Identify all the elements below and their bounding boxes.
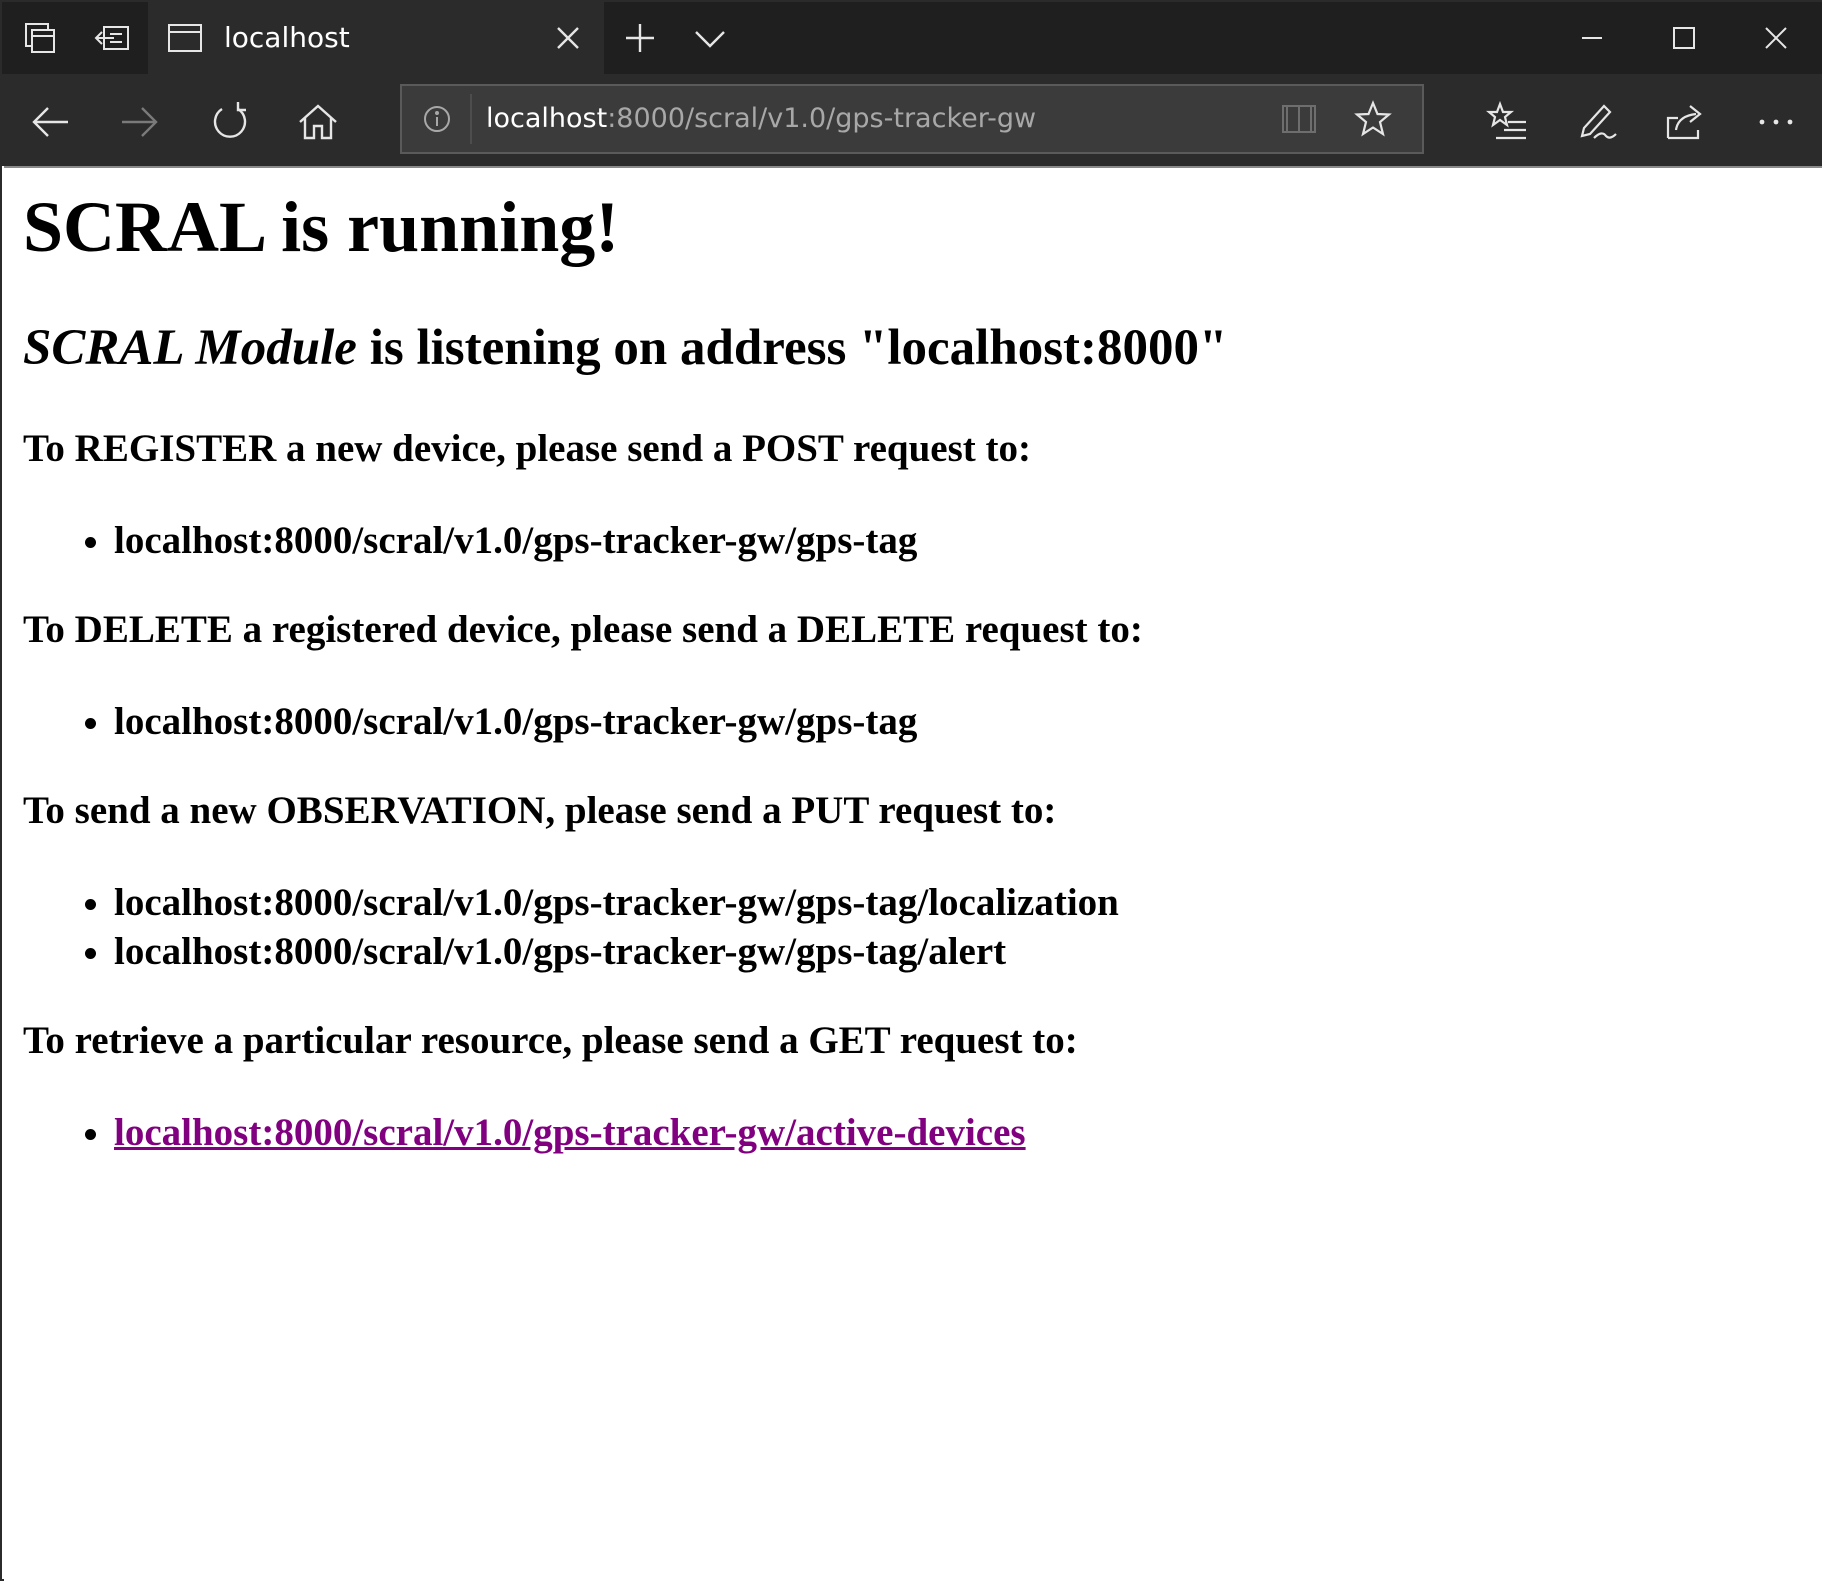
- share-icon[interactable]: [1664, 100, 1708, 144]
- chevron-down-icon[interactable]: [692, 24, 728, 52]
- delete-heading: To DELETE a registered device, please se…: [23, 608, 1143, 651]
- register-endpoints: localhost:8000/scral/v1.0/gps-tracker-gw…: [4, 516, 917, 565]
- back-icon[interactable]: [28, 100, 72, 144]
- window-close-icon[interactable]: [1754, 16, 1798, 60]
- observation-heading: To send a new OBSERVATION, please send a…: [23, 789, 1057, 832]
- address-bar[interactable]: localhost:8000/scral/v1.0/gps-tracker-gw: [400, 84, 1424, 154]
- module-name: SCRAL Module: [23, 320, 357, 376]
- new-tab-icon[interactable]: [622, 20, 658, 56]
- observation-endpoints: localhost:8000/scral/v1.0/gps-tracker-gw…: [4, 878, 1119, 976]
- reading-view-icon[interactable]: [1280, 102, 1318, 136]
- page-icon: [168, 24, 202, 52]
- star-icon[interactable]: [1354, 100, 1392, 138]
- delete-endpoints: localhost:8000/scral/v1.0/gps-tracker-gw…: [4, 697, 917, 746]
- list-item: localhost:8000/scral/v1.0/gps-tracker-gw…: [114, 1108, 1026, 1157]
- close-tab-icon[interactable]: [550, 20, 586, 56]
- list-item: localhost:8000/scral/v1.0/gps-tracker-gw…: [114, 927, 1119, 976]
- forward-icon[interactable]: [118, 100, 162, 144]
- maximize-icon[interactable]: [1662, 16, 1706, 60]
- tabs-aside-icon[interactable]: [76, 2, 148, 74]
- tab-localhost[interactable]: localhost: [148, 2, 604, 74]
- list-item: localhost:8000/scral/v1.0/gps-tracker-gw…: [114, 878, 1119, 927]
- more-options-icon[interactable]: [1754, 100, 1798, 144]
- tab-title: localhost: [224, 21, 350, 54]
- url-host: localhost: [486, 103, 608, 134]
- favorites-hub-icon[interactable]: [1486, 100, 1530, 144]
- pen-icon[interactable]: [1576, 100, 1620, 144]
- home-icon[interactable]: [296, 100, 340, 144]
- retrieve-heading: To retrieve a particular resource, pleas…: [23, 1019, 1078, 1062]
- url-text[interactable]: localhost:8000/scral/v1.0/gps-tracker-gw: [486, 86, 1036, 152]
- refresh-icon[interactable]: [208, 100, 252, 144]
- retrieve-endpoints: localhost:8000/scral/v1.0/gps-tracker-gw…: [4, 1108, 1026, 1157]
- list-item: localhost:8000/scral/v1.0/gps-tracker-gw…: [114, 697, 917, 746]
- tab-sets-icon[interactable]: [4, 2, 76, 74]
- active-devices-link[interactable]: localhost:8000/scral/v1.0/gps-tracker-gw…: [114, 1111, 1026, 1154]
- browser-window: localhost localhost:8000/scral/v1.0/gps-…: [0, 0, 1822, 1581]
- page-content: SCRAL is running! SCRAL Module is listen…: [4, 166, 1822, 1581]
- info-icon[interactable]: [422, 104, 452, 134]
- tab-strip: localhost: [2, 2, 1822, 74]
- minimize-icon[interactable]: [1570, 16, 1614, 60]
- subtitle-rest: is listening on address "localhost:8000": [356, 320, 1228, 376]
- page-subtitle: SCRAL Module is listening on address "lo…: [23, 318, 1227, 379]
- url-path: :8000/scral/v1.0/gps-tracker-gw: [607, 103, 1037, 134]
- register-heading: To REGISTER a new device, please send a …: [23, 427, 1031, 470]
- page-title: SCRAL is running!: [23, 187, 620, 267]
- list-item: localhost:8000/scral/v1.0/gps-tracker-gw…: [114, 516, 917, 565]
- address-separator: [470, 94, 472, 144]
